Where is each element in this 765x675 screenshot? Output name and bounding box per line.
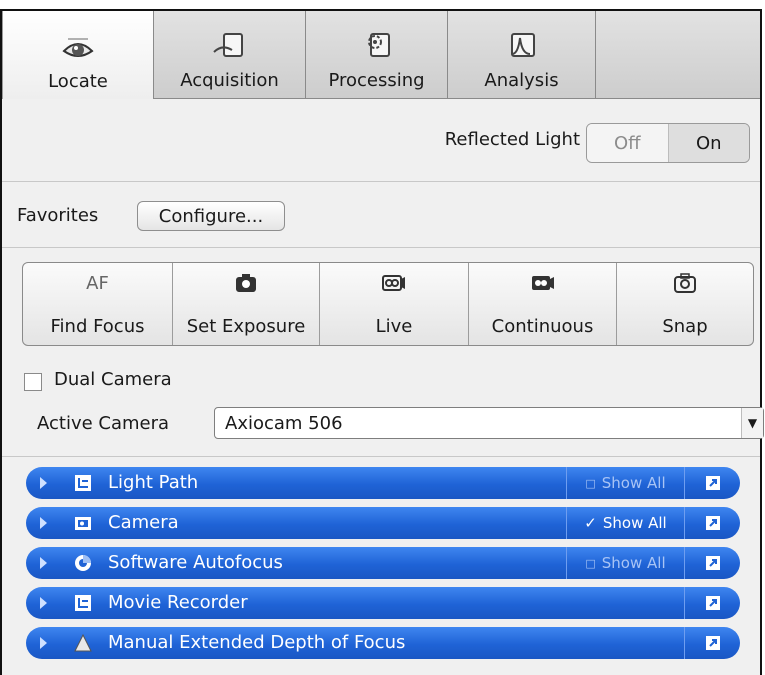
live-camera-icon xyxy=(382,269,406,297)
divider xyxy=(2,247,760,248)
expand-triangle-icon[interactable] xyxy=(40,597,47,609)
tab-analysis[interactable]: Analysis xyxy=(448,11,596,99)
show-all-label: Show All xyxy=(601,474,666,492)
panel-movie-recorder[interactable]: Movie Recorder xyxy=(26,587,740,619)
action-label: Live xyxy=(375,316,413,337)
favorites-label: Favorites xyxy=(17,205,99,226)
tab-locate[interactable]: Locate xyxy=(2,11,154,99)
dropdown-arrow-icon[interactable]: ▼ xyxy=(741,408,763,438)
reflected-light-toggle: Off On xyxy=(586,123,750,163)
expand-triangle-icon[interactable] xyxy=(40,557,47,569)
tabbar-filler xyxy=(596,11,760,99)
configure-favorites-button[interactable]: Configure... xyxy=(137,201,285,231)
divider xyxy=(2,181,760,182)
popout-icon[interactable] xyxy=(684,587,740,619)
popout-icon[interactable] xyxy=(684,547,740,579)
dual-camera-checkbox[interactable] xyxy=(24,373,42,391)
acquisition-action-strip: AF Find Focus Set Exposure Live Continuo… xyxy=(22,262,754,346)
gear-processing-icon xyxy=(367,33,390,57)
microscope-stage-icon xyxy=(212,33,243,57)
show-all-toggle[interactable]: □ Show All xyxy=(566,467,684,499)
show-all-toggle[interactable]: □ Show All xyxy=(566,547,684,579)
autofocus-ring-icon xyxy=(75,555,91,571)
panel-title: Light Path xyxy=(108,472,199,493)
action-label: Snap xyxy=(662,316,708,337)
show-all-label: Show All xyxy=(601,554,666,572)
locate-tool-window: Locate Acquisition Processing Analysis R… xyxy=(0,9,764,675)
checkmark-icon: ✓ xyxy=(584,514,597,532)
action-label: Continuous xyxy=(491,316,594,337)
popout-icon[interactable] xyxy=(684,627,740,659)
panel-camera[interactable]: Camera ✓ Show All xyxy=(26,507,740,539)
tab-label: Acquisition xyxy=(180,70,279,91)
live-button[interactable]: Live xyxy=(320,263,469,345)
tab-acquisition[interactable]: Acquisition xyxy=(154,11,306,99)
active-camera-value: Axiocam 506 xyxy=(225,412,343,434)
show-all-label: Show All xyxy=(602,514,667,532)
autofocus-icon: AF xyxy=(86,272,109,294)
dual-camera-label: Dual Camera xyxy=(54,369,172,390)
snap-button[interactable]: Snap xyxy=(617,263,753,345)
tab-processing[interactable]: Processing xyxy=(306,11,448,99)
depth-of-focus-icon xyxy=(74,634,92,652)
tab-label: Processing xyxy=(328,70,425,91)
panel-light-path[interactable]: Light Path □ Show All xyxy=(26,467,740,499)
continuous-button[interactable]: Continuous xyxy=(469,263,617,345)
action-label: Find Focus xyxy=(50,316,145,337)
unchecked-box-icon: □ xyxy=(585,556,596,570)
reflected-light-row: Reflected Light Off On xyxy=(2,123,760,163)
expand-triangle-icon[interactable] xyxy=(40,517,47,529)
panel-title: Manual Extended Depth of Focus xyxy=(108,632,406,653)
reflected-light-label: Reflected Light xyxy=(444,129,580,150)
camera-tool-icon xyxy=(75,517,91,530)
light-path-icon xyxy=(75,475,91,491)
exposure-camera-icon xyxy=(235,269,257,297)
peak-chart-icon xyxy=(510,33,535,57)
panel-manual-extended-depth-of-focus[interactable]: Manual Extended Depth of Focus xyxy=(26,627,740,659)
continuous-camera-icon xyxy=(531,269,555,297)
panel-title: Movie Recorder xyxy=(108,592,248,613)
workflow-tabbar: Locate Acquisition Processing Analysis xyxy=(2,11,760,99)
expand-triangle-icon[interactable] xyxy=(40,637,47,649)
expand-triangle-icon[interactable] xyxy=(40,477,47,489)
active-camera-label: Active Camera xyxy=(37,413,170,434)
tab-label: Analysis xyxy=(484,70,559,91)
action-label: Set Exposure xyxy=(186,316,306,337)
eye-icon xyxy=(62,38,94,57)
find-focus-button[interactable]: AF Find Focus xyxy=(23,263,173,345)
popout-icon[interactable] xyxy=(684,467,740,499)
tab-label: Locate xyxy=(48,71,108,92)
panel-title: Camera xyxy=(108,512,179,533)
snap-camera-icon xyxy=(674,269,696,297)
divider xyxy=(2,456,760,457)
movie-recorder-icon xyxy=(75,595,91,611)
panel-software-autofocus[interactable]: Software Autofocus □ Show All xyxy=(26,547,740,579)
active-camera-select[interactable]: Axiocam 506 ▼ xyxy=(214,407,764,439)
set-exposure-button[interactable]: Set Exposure xyxy=(173,263,320,345)
show-all-toggle[interactable]: ✓ Show All xyxy=(566,507,684,539)
reflected-light-on-button[interactable]: On xyxy=(668,124,749,162)
panel-title: Software Autofocus xyxy=(108,552,283,573)
popout-icon[interactable] xyxy=(684,507,740,539)
unchecked-box-icon: □ xyxy=(585,476,596,490)
reflected-light-off-button[interactable]: Off xyxy=(587,124,669,162)
